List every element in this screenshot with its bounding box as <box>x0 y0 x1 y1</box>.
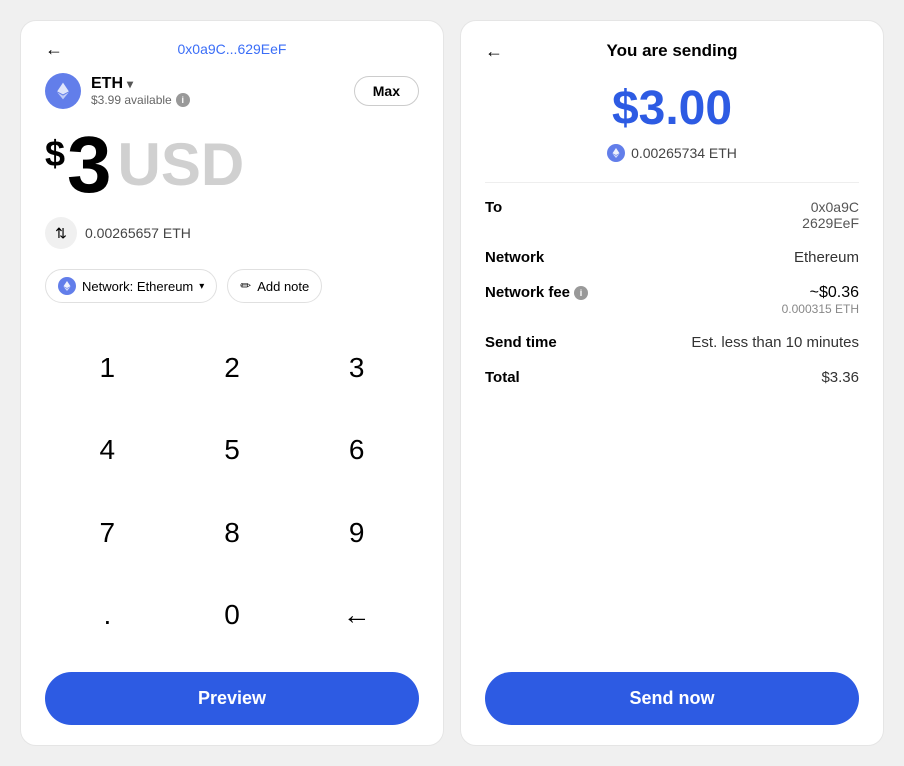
send-amount-usd: $3.00 <box>485 81 859 136</box>
divider <box>485 182 859 183</box>
numpad-key-5[interactable]: 5 <box>170 409 295 491</box>
numpad-key-8[interactable]: 8 <box>170 492 295 574</box>
network-label: Network: Ethereum <box>82 279 193 294</box>
dollar-sign: $ <box>45 125 65 175</box>
to-label: To <box>485 199 502 216</box>
token-name[interactable]: ETH ▾ <box>91 75 190 93</box>
send-time-row: Send time Est. less than 10 minutes <box>485 334 859 351</box>
amount-display: $ 3 USD <box>45 125 419 205</box>
send-amount-eth: 0.00265734 ETH <box>485 144 859 162</box>
right-header: ← You are sending <box>485 41 859 61</box>
numpad-key-1[interactable]: 1 <box>45 327 170 409</box>
eth-amount-row: ⇅ 0.00265657 ETH <box>45 217 419 249</box>
right-back-button[interactable]: ← <box>485 41 503 62</box>
total-value: $3.36 <box>821 369 859 386</box>
right-title: You are sending <box>607 41 738 61</box>
token-chevron-icon: ▾ <box>127 77 133 91</box>
fee-label-row: Network fee i <box>485 284 588 301</box>
action-row: Network: Ethereum ▾ ✏ Add note <box>45 269 419 303</box>
network-eth-icon <box>58 277 76 295</box>
network-value: Ethereum <box>794 249 859 266</box>
add-note-button[interactable]: ✏ Add note <box>227 269 322 303</box>
left-header: ← 0x0a9C...629EeF <box>45 41 419 57</box>
to-row: To 0x0a9C 2629EeF <box>485 199 859 231</box>
token-label: ETH ▾ $3.99 available i <box>91 75 190 107</box>
send-eth-icon <box>607 144 625 162</box>
token-row: ETH ▾ $3.99 available i Max <box>45 73 419 109</box>
total-row: Total $3.36 <box>485 369 859 386</box>
total-label: Total <box>485 369 520 386</box>
preview-button[interactable]: Preview <box>45 672 419 725</box>
token-info: ETH ▾ $3.99 available i <box>45 73 190 109</box>
eth-logo-icon <box>45 73 81 109</box>
numpad-key-4[interactable]: 4 <box>45 409 170 491</box>
fee-info-icon[interactable]: i <box>574 286 588 300</box>
amount-number: 3 <box>67 125 112 205</box>
numpad-key-6[interactable]: 6 <box>294 409 419 491</box>
send-now-button[interactable]: Send now <box>485 672 859 725</box>
swap-currency-button[interactable]: ⇅ <box>45 217 77 249</box>
amount-currency: USD <box>118 135 245 195</box>
network-label: Network <box>485 249 544 266</box>
numpad-key-9[interactable]: 9 <box>294 492 419 574</box>
fee-label: Network fee <box>485 284 570 301</box>
info-icon[interactable]: i <box>176 93 190 107</box>
numpad-key-dot[interactable]: . <box>45 574 170 656</box>
pencil-icon: ✏ <box>240 278 251 294</box>
numpad-key-3[interactable]: 3 <box>294 327 419 409</box>
network-chevron-icon: ▾ <box>199 281 204 292</box>
numpad-key-0[interactable]: 0 <box>170 574 295 656</box>
fee-value: ~$0.36 0.000315 ETH <box>782 284 859 316</box>
network-selector-button[interactable]: Network: Ethereum ▾ <box>45 269 217 303</box>
wallet-address[interactable]: 0x0a9C...629EeF <box>178 41 287 57</box>
add-note-label: Add note <box>257 279 309 294</box>
eth-amount-text: 0.00265657 ETH <box>85 225 191 241</box>
send-time-value: Est. less than 10 minutes <box>691 334 859 351</box>
numpad-key-backspace[interactable]: ← <box>294 574 419 656</box>
send-time-label: Send time <box>485 334 557 351</box>
to-address: 0x0a9C 2629EeF <box>802 199 859 231</box>
right-panel: ← You are sending $3.00 0.00265734 ETH T… <box>460 20 884 746</box>
numpad-key-7[interactable]: 7 <box>45 492 170 574</box>
left-panel: ← 0x0a9C...629EeF ETH ▾ $3. <box>20 20 444 746</box>
numpad-key-2[interactable]: 2 <box>170 327 295 409</box>
max-button[interactable]: Max <box>354 76 419 106</box>
fee-eth: 0.000315 ETH <box>782 302 859 316</box>
left-back-button[interactable]: ← <box>45 39 63 60</box>
token-available: $3.99 available i <box>91 93 190 107</box>
fee-row: Network fee i ~$0.36 0.000315 ETH <box>485 284 859 316</box>
numpad: 1 2 3 4 5 6 7 8 9 . 0 ← <box>45 327 419 656</box>
network-row: Network Ethereum <box>485 249 859 266</box>
